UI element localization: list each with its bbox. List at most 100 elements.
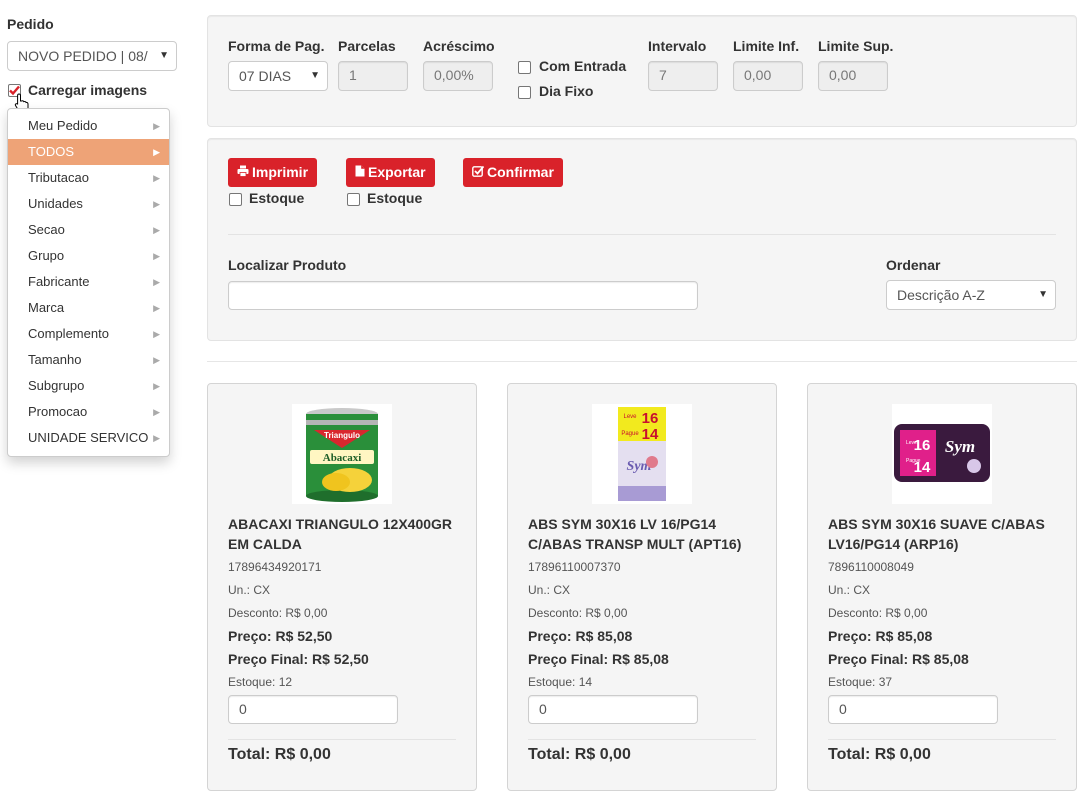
menu-item-label: Promocao xyxy=(28,404,88,419)
product-code: 7896110008049 xyxy=(828,560,914,574)
acrescimo-input[interactable]: 0,00% xyxy=(423,61,493,91)
limite-sup-label: Limite Sup. xyxy=(818,38,894,54)
menu-item-unidades[interactable]: Unidades ▶ xyxy=(8,191,169,217)
product-discount: Desconto: R$ 0,00 xyxy=(528,606,628,620)
menu-item-grupo[interactable]: Grupo ▶ xyxy=(8,243,169,269)
menu-item-tributacao[interactable]: Tributacao ▶ xyxy=(8,165,169,191)
menu-item-todos[interactable]: TODOS ▶ xyxy=(8,139,169,165)
sym-pad-package-image: Leve 16 Pague 14 Sym xyxy=(592,404,692,504)
com-entrada-checkbox[interactable] xyxy=(518,61,531,74)
card-divider xyxy=(528,739,756,740)
menu-item-fabricante[interactable]: Fabricante ▶ xyxy=(8,269,169,295)
chevron-down-icon: ▼ xyxy=(159,50,169,61)
menu-item-subgrupo[interactable]: Subgrupo ▶ xyxy=(8,373,169,399)
product-stock: Estoque: 37 xyxy=(828,675,893,689)
chevron-right-icon: ▶ xyxy=(153,121,160,131)
menu-item-label: Fabricante xyxy=(28,274,90,289)
product-unit: Un.: CX xyxy=(228,583,271,597)
menu-item-tamanho[interactable]: Tamanho ▶ xyxy=(8,347,169,373)
chevron-right-icon: ▶ xyxy=(153,199,160,209)
product-unit: Un.: CX xyxy=(528,583,571,597)
product-card: Triangulo Abacaxi ABACAXI TRIANGULO 12X4… xyxy=(207,383,477,791)
ordenar-label: Ordenar xyxy=(886,257,941,273)
menu-item-label: Complemento xyxy=(28,326,109,341)
menu-item-marca[interactable]: Marca ▶ xyxy=(8,295,169,321)
ordenar-value: Descrição A-Z xyxy=(897,287,985,303)
product-price: Preço: R$ 52,50 xyxy=(228,628,333,644)
menu-item-complemento[interactable]: Complemento ▶ xyxy=(8,321,169,347)
product-total: Total: R$ 0,00 xyxy=(828,746,931,763)
menu-item-unidade-servico[interactable]: UNIDADE SERVICO ▶ xyxy=(8,425,169,451)
menu-item-label: Marca xyxy=(28,300,65,315)
pague-text: Pague xyxy=(621,431,639,437)
limite-sup-input[interactable]: 0,00 xyxy=(818,61,888,91)
imprimir-button[interactable]: Imprimir xyxy=(228,158,318,188)
sym-pad-dark-package-image: Leve 16 Pague 14 Sym xyxy=(892,404,992,504)
product-stock: Estoque: 12 xyxy=(228,675,293,689)
chevron-right-icon: ▶ xyxy=(153,407,160,417)
menu-item-meu-pedido[interactable]: Meu Pedido ▶ xyxy=(8,113,169,139)
exportar-label: Exportar xyxy=(368,164,426,180)
exportar-estoque-checkbox[interactable] xyxy=(347,193,360,206)
intervalo-label: Intervalo xyxy=(648,38,707,54)
ordenar-select[interactable]: Descrição A-Z ▼ xyxy=(886,280,1056,310)
num14-text: 14 xyxy=(642,426,659,443)
acrescimo-label: Acréscimo xyxy=(423,38,495,54)
leve-text: Leve xyxy=(623,414,637,420)
chevron-right-icon: ▶ xyxy=(153,251,160,261)
confirmar-button[interactable]: Confirmar xyxy=(463,158,563,187)
product-final-price: Preço Final: R$ 85,08 xyxy=(528,651,669,667)
imprimir-estoque-checkbox[interactable] xyxy=(229,193,242,206)
menu-item-label: Tributacao xyxy=(28,170,89,185)
menu-item-label: Grupo xyxy=(28,248,65,263)
menu-item-label: Secao xyxy=(28,222,65,237)
menu-item-label: Tamanho xyxy=(28,352,82,367)
chevron-right-icon: ▶ xyxy=(153,303,160,313)
dia-fixo-checkbox[interactable] xyxy=(518,86,531,99)
product-total: Total: R$ 0,00 xyxy=(228,746,331,763)
com-entrada-label[interactable]: Com Entrada xyxy=(539,58,626,74)
menu-item-label: Unidades xyxy=(28,196,83,211)
num16-text: 16 xyxy=(914,437,931,454)
exportar-estoque-label[interactable]: Estoque xyxy=(367,190,422,206)
forma-pag-label: Forma de Pag. xyxy=(228,38,325,54)
parcelas-input[interactable]: 1 xyxy=(338,61,408,91)
menu-item-secao[interactable]: Secao ▶ xyxy=(8,217,169,243)
localizar-produto-input[interactable] xyxy=(228,281,698,310)
limite-inf-label: Limite Inf. xyxy=(733,38,800,54)
menu-item-label: Meu Pedido xyxy=(28,118,98,133)
chevron-right-icon: ▶ xyxy=(153,329,160,339)
dia-fixo-label[interactable]: Dia Fixo xyxy=(539,83,593,99)
exportar-button[interactable]: Exportar xyxy=(346,158,435,187)
imprimir-label: Imprimir xyxy=(252,164,309,180)
card-divider xyxy=(828,739,1056,740)
quantity-input[interactable]: 0 xyxy=(228,695,398,724)
quantity-input[interactable]: 0 xyxy=(528,695,698,724)
intervalo-input[interactable]: 7 xyxy=(648,61,718,91)
actions-divider xyxy=(228,234,1056,235)
menu-item-label: Subgrupo xyxy=(28,378,85,393)
printer-icon xyxy=(237,159,249,188)
check-square-icon xyxy=(472,159,485,188)
product-code: 17896434920171 xyxy=(228,560,322,574)
imprimir-estoque-label[interactable]: Estoque xyxy=(249,190,304,206)
localizar-produto-label: Localizar Produto xyxy=(228,257,347,273)
product-total: Total: R$ 0,00 xyxy=(528,746,631,763)
product-discount: Desconto: R$ 0,00 xyxy=(228,606,328,620)
quantity-input[interactable]: 0 xyxy=(828,695,998,724)
pedido-select-value: NOVO PEDIDO | 08/ xyxy=(18,48,148,64)
parcelas-label: Parcelas xyxy=(338,38,396,54)
card-divider xyxy=(228,739,456,740)
pedido-select[interactable]: NOVO PEDIDO | 08/ ▼ xyxy=(7,41,177,71)
pineapple-can-image: Triangulo Abacaxi xyxy=(292,404,392,504)
product-code: 17896110007370 xyxy=(528,560,621,574)
carregar-imagens-label[interactable]: Carregar imagens xyxy=(28,82,147,98)
num14-text: 14 xyxy=(914,459,931,476)
menu-item-promocao[interactable]: Promocao ▶ xyxy=(8,399,169,425)
product-card: Leve 16 Pague 14 Sym ABS SYM 30X16 LV 16… xyxy=(507,383,777,791)
sym-brand-text: Sym xyxy=(945,437,975,456)
product-discount: Desconto: R$ 0,00 xyxy=(828,606,928,620)
section-divider xyxy=(207,361,1077,362)
forma-pag-select[interactable]: 07 DIAS ▼ xyxy=(228,61,328,91)
limite-inf-input[interactable]: 0,00 xyxy=(733,61,803,91)
